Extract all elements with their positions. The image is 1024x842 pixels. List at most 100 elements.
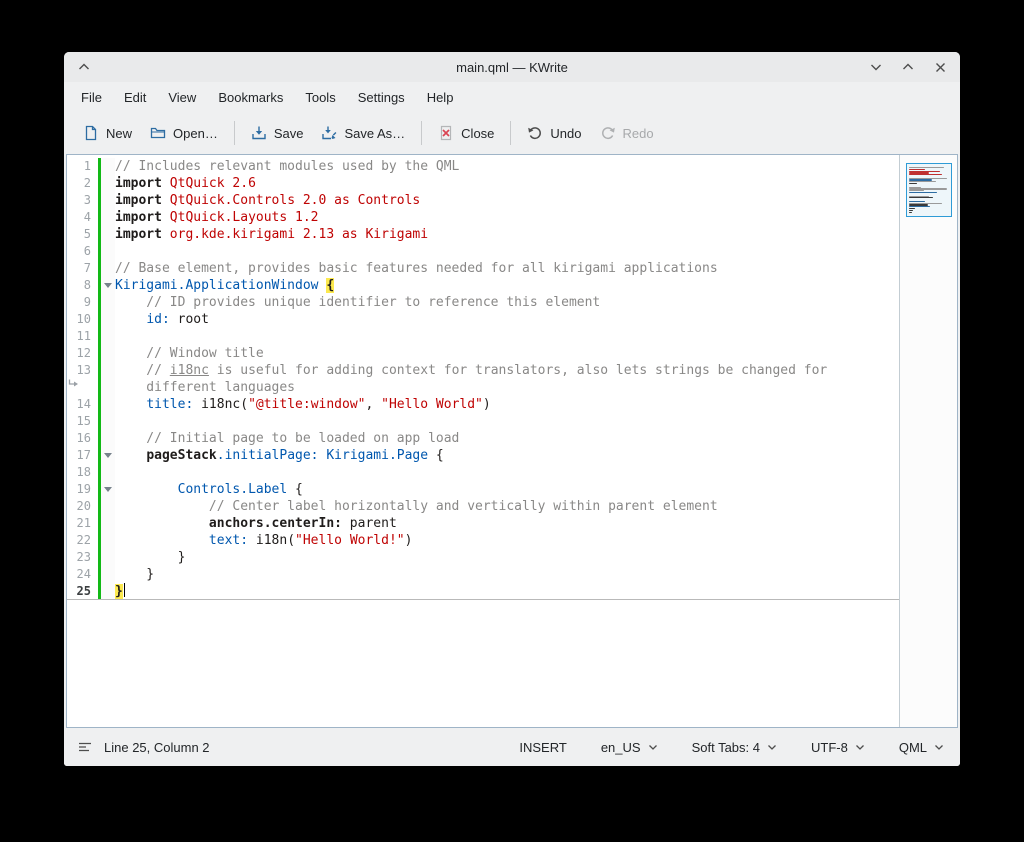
code-line[interactable]: 10 id: root [67, 311, 899, 328]
code-line[interactable]: 19 Controls.Label { [67, 481, 899, 498]
line-number[interactable]: 18 [67, 464, 98, 481]
line-number[interactable]: 5 [67, 226, 98, 243]
code-line[interactable]: 21 anchors.centerIn: parent [67, 515, 899, 532]
fold-marker-icon[interactable] [101, 481, 115, 498]
line-number[interactable]: 22 [67, 532, 98, 549]
line-number[interactable]: 12 [67, 345, 98, 362]
line-number[interactable]: 16 [67, 430, 98, 447]
code-text: import QtQuick.Controls 2.0 as Controls [115, 192, 899, 209]
close-document-icon [438, 125, 454, 141]
line-number[interactable]: 9 [67, 294, 98, 311]
titlebar[interactable]: main.qml — KWrite [64, 52, 960, 82]
line-number[interactable]: 10 [67, 311, 98, 328]
code-line[interactable]: 13 // i18nc is useful for adding context… [67, 362, 899, 379]
code-line[interactable]: 4import QtQuick.Layouts 1.2 [67, 209, 899, 226]
code-line[interactable]: different languages [67, 379, 899, 396]
line-number[interactable]: 13 [67, 362, 98, 379]
close-document-button[interactable]: Close [429, 119, 503, 147]
code-line[interactable]: 17 pageStack.initialPage: Kirigami.Page … [67, 447, 899, 464]
line-number[interactable]: 19 [67, 481, 98, 498]
menu-bookmarks[interactable]: Bookmarks [207, 85, 294, 110]
line-wrap-icon[interactable] [67, 379, 98, 396]
close-window-button[interactable] [932, 59, 948, 75]
fold-marker-icon[interactable] [101, 277, 115, 294]
menu-file[interactable]: File [70, 85, 113, 110]
code-line[interactable]: 12 // Window title [67, 345, 899, 362]
line-number[interactable]: 6 [67, 243, 98, 260]
fold-margin [101, 464, 115, 481]
code-text: } [115, 566, 899, 583]
save-as-button[interactable]: Save As… [312, 119, 414, 147]
code-line[interactable]: 11 [67, 328, 899, 345]
minimap-preview[interactable] [906, 163, 952, 217]
line-number[interactable]: 4 [67, 209, 98, 226]
menu-edit[interactable]: Edit [113, 85, 157, 110]
minimize-button[interactable] [868, 59, 884, 75]
toolbar-separator [421, 121, 422, 145]
line-number[interactable]: 8 [67, 277, 98, 294]
code-text: title: i18nc("@title:window", "Hello Wor… [115, 396, 899, 413]
editor-view[interactable]: 1// Includes relevant modules used by th… [66, 154, 958, 728]
maximize-button[interactable] [900, 59, 916, 75]
code-line[interactable]: 16 // Initial page to be loaded on app l… [67, 430, 899, 447]
fold-margin [101, 549, 115, 566]
line-number[interactable]: 25 [67, 583, 98, 599]
fold-marker-icon[interactable] [101, 447, 115, 464]
menu-help[interactable]: Help [416, 85, 465, 110]
code-line[interactable]: 6 [67, 243, 899, 260]
redo-button[interactable]: Redo [591, 119, 663, 147]
undo-button[interactable]: Undo [518, 119, 590, 147]
close-button-label: Close [461, 126, 494, 141]
code-line[interactable]: 2import QtQuick 2.6 [67, 175, 899, 192]
code-text: import org.kde.kirigami 2.13 as Kirigami [115, 226, 899, 243]
tab-mode-selector[interactable]: Soft Tabs: 4 [690, 736, 779, 759]
fold-margin [101, 209, 115, 226]
code-line[interactable]: 1// Includes relevant modules used by th… [67, 158, 899, 175]
new-button-label: New [106, 126, 132, 141]
code-line[interactable]: 22 text: i18n("Hello World!") [67, 532, 899, 549]
code-line[interactable]: 24 } [67, 566, 899, 583]
menu-settings[interactable]: Settings [347, 85, 416, 110]
minimap-line [909, 212, 912, 213]
line-number[interactable]: 23 [67, 549, 98, 566]
menu-view[interactable]: View [157, 85, 207, 110]
code-line[interactable]: 14 title: i18nc("@title:window", "Hello … [67, 396, 899, 413]
code-line[interactable]: 15 [67, 413, 899, 430]
line-number[interactable]: 11 [67, 328, 98, 345]
code-line[interactable]: 20 // Center label horizontally and vert… [67, 498, 899, 515]
line-number[interactable]: 1 [67, 158, 98, 175]
line-number[interactable]: 2 [67, 175, 98, 192]
scrollbar-minimap[interactable] [899, 155, 957, 727]
new-button[interactable]: New [74, 119, 141, 147]
window-shade-button[interactable] [76, 59, 92, 75]
fold-margin [101, 566, 115, 583]
line-number[interactable]: 20 [67, 498, 98, 515]
input-mode[interactable]: INSERT [517, 736, 568, 759]
code-line[interactable]: 18 [67, 464, 899, 481]
line-number[interactable]: 3 [67, 192, 98, 209]
code-line[interactable]: 23 } [67, 549, 899, 566]
line-number[interactable]: 17 [67, 447, 98, 464]
code-line[interactable]: 3 import QtQuick.Controls 2.0 as Controls [67, 192, 899, 209]
code-line[interactable]: 5 import org.kde.kirigami 2.13 as Kirigam… [67, 226, 899, 243]
cursor-position[interactable]: Line 25, Column 2 [104, 740, 210, 755]
word-wrap-indicator-icon[interactable] [78, 741, 92, 753]
fold-margin [101, 294, 115, 311]
code-line[interactable]: 8Kirigami.ApplicationWindow { [67, 277, 899, 294]
syntax-mode-selector[interactable]: QML [897, 736, 946, 759]
line-number[interactable]: 14 [67, 396, 98, 413]
line-number[interactable]: 24 [67, 566, 98, 583]
line-number[interactable]: 21 [67, 515, 98, 532]
open-button[interactable]: Open… [141, 119, 227, 147]
code-rows[interactable]: 1// Includes relevant modules used by th… [67, 155, 899, 727]
code-line[interactable]: 9 // ID provides unique identifier to re… [67, 294, 899, 311]
code-text: } [115, 583, 899, 599]
code-line[interactable]: 7// Base element, provides basic feature… [67, 260, 899, 277]
line-number[interactable]: 15 [67, 413, 98, 430]
dictionary-selector[interactable]: en_US [599, 736, 660, 759]
menu-tools[interactable]: Tools [294, 85, 346, 110]
line-number[interactable]: 7 [67, 260, 98, 277]
save-button[interactable]: Save [242, 119, 313, 147]
encoding-selector[interactable]: UTF-8 [809, 736, 867, 759]
code-line[interactable]: 25} [67, 583, 899, 600]
